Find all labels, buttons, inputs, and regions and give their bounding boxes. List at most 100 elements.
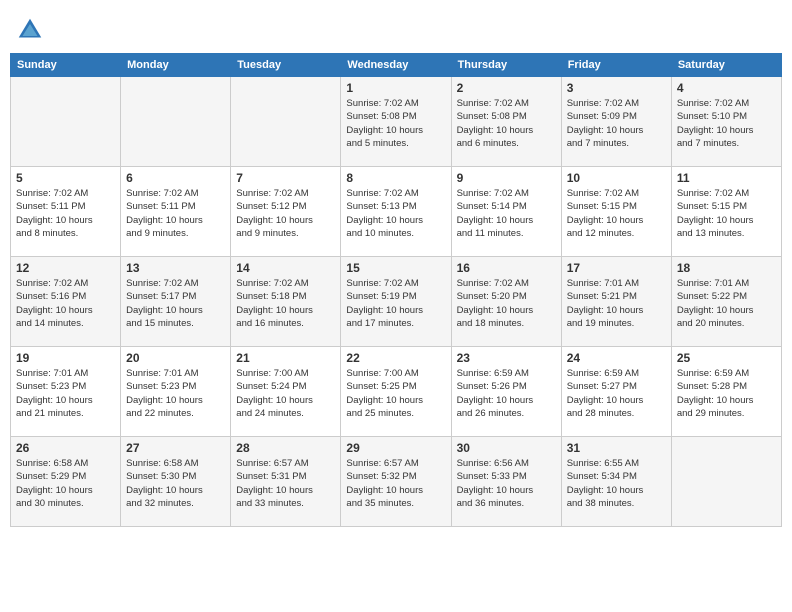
weekday-header: Friday — [561, 54, 671, 77]
day-info: Sunrise: 7:00 AM Sunset: 5:25 PM Dayligh… — [346, 367, 445, 420]
day-number: 10 — [567, 171, 666, 185]
day-number: 29 — [346, 441, 445, 455]
calendar-week-row: 26 Sunrise: 6:58 AM Sunset: 5:29 PM Dayli… — [11, 437, 782, 527]
logo-icon — [15, 15, 45, 45]
calendar-week-row: 5 Sunrise: 7:02 AM Sunset: 5:11 PM Daylig… — [11, 167, 782, 257]
day-number: 14 — [236, 261, 335, 275]
day-number: 9 — [457, 171, 556, 185]
day-number: 22 — [346, 351, 445, 365]
calendar-cell: 3 Sunrise: 7:02 AM Sunset: 5:09 PM Daylig… — [561, 77, 671, 167]
calendar-cell: 31Sunrise: 6:55 AM Sunset: 5:34 PM Dayli… — [561, 437, 671, 527]
day-number: 5 — [16, 171, 115, 185]
day-number: 3 — [567, 81, 666, 95]
calendar-cell: 17Sunrise: 7:01 AM Sunset: 5:21 PM Dayli… — [561, 257, 671, 347]
day-info: Sunrise: 7:01 AM Sunset: 5:22 PM Dayligh… — [677, 277, 776, 330]
day-number: 23 — [457, 351, 556, 365]
weekday-header: Thursday — [451, 54, 561, 77]
day-info: Sunrise: 6:59 AM Sunset: 5:26 PM Dayligh… — [457, 367, 556, 420]
weekday-header: Wednesday — [341, 54, 451, 77]
calendar-cell: 7 Sunrise: 7:02 AM Sunset: 5:12 PM Daylig… — [231, 167, 341, 257]
calendar-cell: 4 Sunrise: 7:02 AM Sunset: 5:10 PM Daylig… — [671, 77, 781, 167]
day-info: Sunrise: 6:56 AM Sunset: 5:33 PM Dayligh… — [457, 457, 556, 510]
calendar-cell: 15Sunrise: 7:02 AM Sunset: 5:19 PM Dayli… — [341, 257, 451, 347]
calendar-week-row: 12 Sunrise: 7:02 AM Sunset: 5:16 PM Dayli… — [11, 257, 782, 347]
day-info: Sunrise: 7:02 AM Sunset: 5:16 PM Dayligh… — [16, 277, 115, 330]
calendar-cell: 27 Sunrise: 6:58 AM Sunset: 5:30 PM Dayli… — [121, 437, 231, 527]
day-number: 28 — [236, 441, 335, 455]
calendar-cell: 8 Sunrise: 7:02 AM Sunset: 5:13 PM Daylig… — [341, 167, 451, 257]
day-number: 31 — [567, 441, 666, 455]
calendar-header-row: SundayMondayTuesdayWednesdayThursdayFrid… — [11, 54, 782, 77]
day-info: Sunrise: 6:59 AM Sunset: 5:28 PM Dayligh… — [677, 367, 776, 420]
day-info: Sunrise: 7:02 AM Sunset: 5:08 PM Dayligh… — [457, 97, 556, 150]
calendar-cell: 22 Sunrise: 7:00 AM Sunset: 5:25 PM Dayli… — [341, 347, 451, 437]
day-info: Sunrise: 6:57 AM Sunset: 5:31 PM Dayligh… — [236, 457, 335, 510]
day-number: 19 — [16, 351, 115, 365]
day-number: 7 — [236, 171, 335, 185]
day-info: Sunrise: 7:02 AM Sunset: 5:13 PM Dayligh… — [346, 187, 445, 240]
calendar-cell — [231, 77, 341, 167]
calendar-cell: 5 Sunrise: 7:02 AM Sunset: 5:11 PM Daylig… — [11, 167, 121, 257]
calendar-cell: 20Sunrise: 7:01 AM Sunset: 5:23 PM Dayli… — [121, 347, 231, 437]
calendar-cell: 30 Sunrise: 6:56 AM Sunset: 5:33 PM Dayli… — [451, 437, 561, 527]
day-number: 15 — [346, 261, 445, 275]
calendar-week-row: 1 Sunrise: 7:02 AM Sunset: 5:08 PM Daylig… — [11, 77, 782, 167]
calendar-cell: 24 Sunrise: 6:59 AM Sunset: 5:27 PM Dayli… — [561, 347, 671, 437]
calendar-week-row: 19 Sunrise: 7:01 AM Sunset: 5:23 PM Dayli… — [11, 347, 782, 437]
calendar-cell: 14 Sunrise: 7:02 AM Sunset: 5:18 PM Dayli… — [231, 257, 341, 347]
calendar-cell — [11, 77, 121, 167]
day-info: Sunrise: 7:02 AM Sunset: 5:15 PM Dayligh… — [567, 187, 666, 240]
day-info: Sunrise: 7:02 AM Sunset: 5:12 PM Dayligh… — [236, 187, 335, 240]
calendar-cell: 16Sunrise: 7:02 AM Sunset: 5:20 PM Dayli… — [451, 257, 561, 347]
day-info: Sunrise: 6:59 AM Sunset: 5:27 PM Dayligh… — [567, 367, 666, 420]
calendar-cell: 6 Sunrise: 7:02 AM Sunset: 5:11 PM Daylig… — [121, 167, 231, 257]
calendar-cell — [121, 77, 231, 167]
day-number: 26 — [16, 441, 115, 455]
calendar-cell: 25Sunrise: 6:59 AM Sunset: 5:28 PM Dayli… — [671, 347, 781, 437]
calendar-cell: 9 Sunrise: 7:02 AM Sunset: 5:14 PM Daylig… — [451, 167, 561, 257]
weekday-header: Monday — [121, 54, 231, 77]
day-info: Sunrise: 7:02 AM Sunset: 5:10 PM Dayligh… — [677, 97, 776, 150]
day-info: Sunrise: 7:02 AM Sunset: 5:09 PM Dayligh… — [567, 97, 666, 150]
calendar-cell: 13Sunrise: 7:02 AM Sunset: 5:17 PM Dayli… — [121, 257, 231, 347]
weekday-header: Sunday — [11, 54, 121, 77]
day-number: 24 — [567, 351, 666, 365]
calendar-cell: 26 Sunrise: 6:58 AM Sunset: 5:29 PM Dayli… — [11, 437, 121, 527]
day-info: Sunrise: 7:02 AM Sunset: 5:08 PM Dayligh… — [346, 97, 445, 150]
day-number: 12 — [16, 261, 115, 275]
day-number: 11 — [677, 171, 776, 185]
day-info: Sunrise: 7:02 AM Sunset: 5:17 PM Dayligh… — [126, 277, 225, 330]
calendar-cell: 1 Sunrise: 7:02 AM Sunset: 5:08 PM Daylig… — [341, 77, 451, 167]
day-number: 4 — [677, 81, 776, 95]
day-info: Sunrise: 7:01 AM Sunset: 5:21 PM Dayligh… — [567, 277, 666, 330]
calendar-cell: 18 Sunrise: 7:01 AM Sunset: 5:22 PM Dayli… — [671, 257, 781, 347]
day-number: 30 — [457, 441, 556, 455]
day-number: 2 — [457, 81, 556, 95]
day-info: Sunrise: 7:02 AM Sunset: 5:15 PM Dayligh… — [677, 187, 776, 240]
day-info: Sunrise: 7:01 AM Sunset: 5:23 PM Dayligh… — [16, 367, 115, 420]
day-info: Sunrise: 7:02 AM Sunset: 5:14 PM Dayligh… — [457, 187, 556, 240]
day-number: 6 — [126, 171, 225, 185]
calendar-cell: 23 Sunrise: 6:59 AM Sunset: 5:26 PM Dayli… — [451, 347, 561, 437]
day-info: Sunrise: 7:02 AM Sunset: 5:18 PM Dayligh… — [236, 277, 335, 330]
day-number: 21 — [236, 351, 335, 365]
weekday-header: Tuesday — [231, 54, 341, 77]
calendar-cell: 10 Sunrise: 7:02 AM Sunset: 5:15 PM Dayli… — [561, 167, 671, 257]
day-number: 27 — [126, 441, 225, 455]
calendar-cell: 29 Sunrise: 6:57 AM Sunset: 5:32 PM Dayli… — [341, 437, 451, 527]
day-number: 1 — [346, 81, 445, 95]
page-header — [10, 10, 782, 45]
day-info: Sunrise: 6:58 AM Sunset: 5:29 PM Dayligh… — [16, 457, 115, 510]
calendar-body: 1 Sunrise: 7:02 AM Sunset: 5:08 PM Daylig… — [11, 77, 782, 527]
weekday-header: Saturday — [671, 54, 781, 77]
day-info: Sunrise: 7:02 AM Sunset: 5:20 PM Dayligh… — [457, 277, 556, 330]
day-number: 18 — [677, 261, 776, 275]
day-info: Sunrise: 7:00 AM Sunset: 5:24 PM Dayligh… — [236, 367, 335, 420]
day-info: Sunrise: 7:01 AM Sunset: 5:23 PM Dayligh… — [126, 367, 225, 420]
day-info: Sunrise: 7:02 AM Sunset: 5:11 PM Dayligh… — [16, 187, 115, 240]
calendar-cell: 28 Sunrise: 6:57 AM Sunset: 5:31 PM Dayli… — [231, 437, 341, 527]
day-info: Sunrise: 6:57 AM Sunset: 5:32 PM Dayligh… — [346, 457, 445, 510]
day-info: Sunrise: 6:58 AM Sunset: 5:30 PM Dayligh… — [126, 457, 225, 510]
day-number: 8 — [346, 171, 445, 185]
day-info: Sunrise: 7:02 AM Sunset: 5:11 PM Dayligh… — [126, 187, 225, 240]
